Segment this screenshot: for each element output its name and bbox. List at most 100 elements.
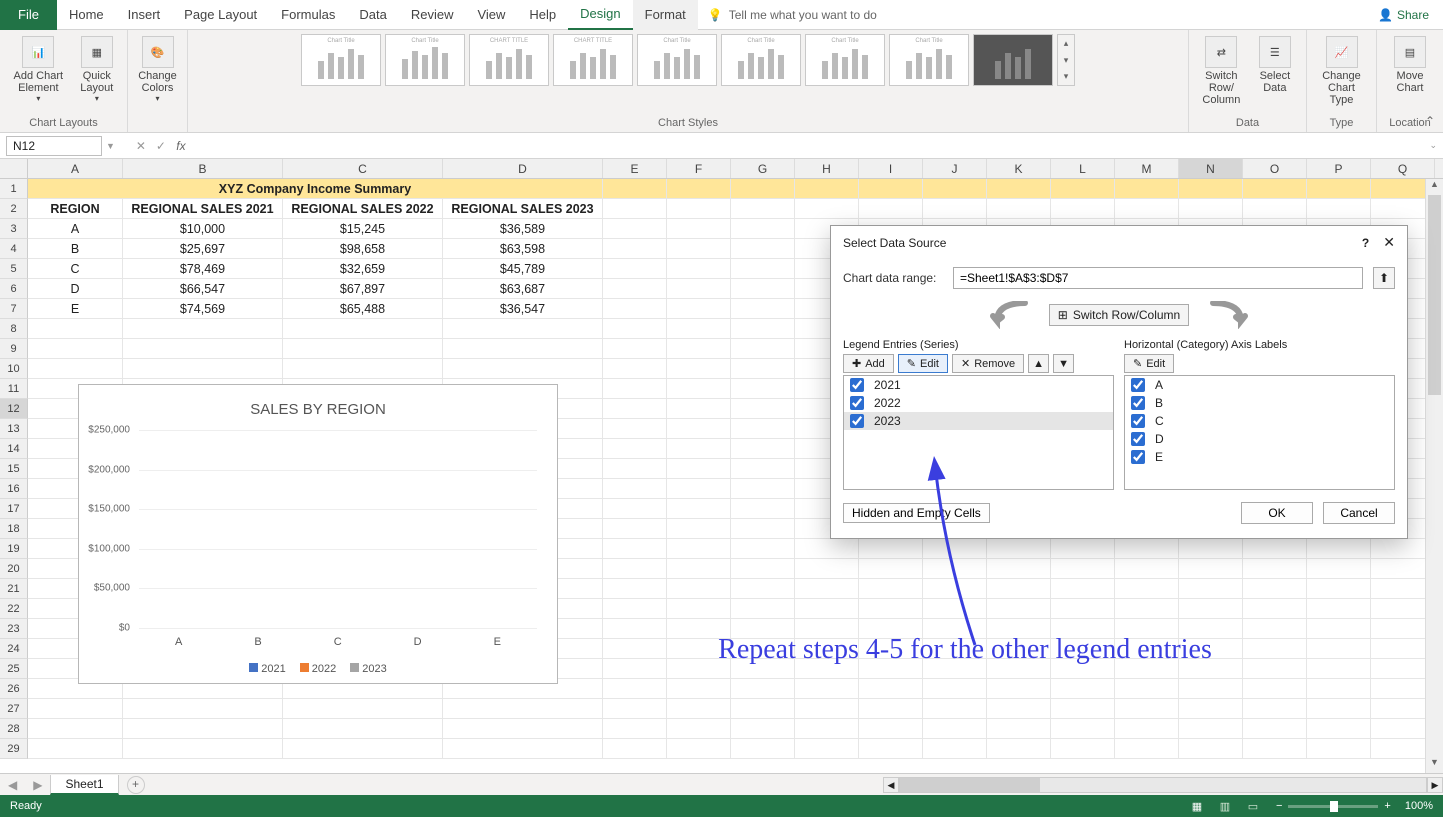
cell[interactable] bbox=[667, 319, 731, 339]
cell[interactable] bbox=[795, 739, 859, 759]
cell[interactable] bbox=[443, 359, 603, 379]
cell[interactable] bbox=[123, 699, 283, 719]
cell[interactable]: $63,598 bbox=[443, 239, 603, 259]
cell[interactable] bbox=[667, 719, 731, 739]
cell[interactable] bbox=[731, 419, 795, 439]
cell[interactable] bbox=[603, 659, 667, 679]
cell[interactable] bbox=[1051, 579, 1115, 599]
cell[interactable] bbox=[1179, 719, 1243, 739]
cell-title[interactable]: XYZ Company Income Summary bbox=[28, 179, 603, 199]
cell[interactable] bbox=[731, 539, 795, 559]
cell[interactable] bbox=[1179, 559, 1243, 579]
tab-formulas[interactable]: Formulas bbox=[269, 0, 347, 30]
category-checkbox[interactable] bbox=[1131, 396, 1145, 410]
cell[interactable] bbox=[1115, 579, 1179, 599]
cell[interactable] bbox=[603, 639, 667, 659]
cell[interactable] bbox=[1243, 599, 1307, 619]
cell[interactable] bbox=[1307, 739, 1371, 759]
cell[interactable] bbox=[603, 459, 667, 479]
cell[interactable] bbox=[1115, 679, 1179, 699]
cell[interactable] bbox=[1051, 739, 1115, 759]
row-header[interactable]: 5 bbox=[0, 259, 28, 279]
cell[interactable] bbox=[731, 279, 795, 299]
scroll-right-icon[interactable]: ▶ bbox=[1427, 777, 1443, 793]
cell[interactable] bbox=[731, 499, 795, 519]
cell[interactable] bbox=[667, 219, 731, 239]
cell[interactable] bbox=[28, 699, 123, 719]
row-header[interactable]: 27 bbox=[0, 699, 28, 719]
move-down-button[interactable]: ▼ bbox=[1053, 354, 1074, 373]
row-header[interactable]: 22 bbox=[0, 599, 28, 619]
cell[interactable] bbox=[1179, 199, 1243, 219]
cell[interactable] bbox=[667, 339, 731, 359]
cell[interactable] bbox=[1115, 599, 1179, 619]
cell[interactable] bbox=[923, 599, 987, 619]
category-item-C[interactable]: C bbox=[1125, 412, 1394, 430]
quick-layout-button[interactable]: ▦ Quick Layout ▾ bbox=[75, 34, 119, 105]
cell[interactable] bbox=[1115, 539, 1179, 559]
row-header[interactable]: 24 bbox=[0, 639, 28, 659]
cell[interactable] bbox=[1115, 179, 1179, 199]
cell[interactable] bbox=[1051, 199, 1115, 219]
row-header[interactable]: 14 bbox=[0, 439, 28, 459]
cell[interactable] bbox=[28, 359, 123, 379]
col-header-i[interactable]: I bbox=[859, 159, 923, 178]
row-header[interactable]: 23 bbox=[0, 619, 28, 639]
cell[interactable] bbox=[443, 699, 603, 719]
category-checkbox[interactable] bbox=[1131, 414, 1145, 428]
tab-home[interactable]: Home bbox=[57, 0, 116, 30]
series-item-2022[interactable]: 2022 bbox=[844, 394, 1113, 412]
cell[interactable] bbox=[123, 359, 283, 379]
name-box[interactable]: N12 bbox=[6, 136, 102, 156]
cell[interactable] bbox=[283, 339, 443, 359]
cell[interactable] bbox=[667, 379, 731, 399]
col-header-d[interactable]: D bbox=[443, 159, 603, 178]
chart-style-4[interactable]: CHART TITLE bbox=[553, 34, 633, 86]
formula-input[interactable] bbox=[193, 136, 1426, 156]
cell[interactable] bbox=[603, 539, 667, 559]
cell[interactable] bbox=[1243, 679, 1307, 699]
edit-series-button[interactable]: ✎Edit bbox=[898, 354, 948, 373]
cell[interactable] bbox=[283, 319, 443, 339]
cell[interactable] bbox=[1051, 559, 1115, 579]
cell[interactable] bbox=[1307, 719, 1371, 739]
cell[interactable] bbox=[603, 519, 667, 539]
col-header-h[interactable]: H bbox=[795, 159, 859, 178]
cell[interactable] bbox=[731, 719, 795, 739]
col-header-b[interactable]: B bbox=[123, 159, 283, 178]
cell[interactable] bbox=[1179, 599, 1243, 619]
col-header-n[interactable]: N bbox=[1179, 159, 1243, 178]
move-chart-button[interactable]: ▤ Move Chart bbox=[1385, 34, 1435, 96]
category-item-B[interactable]: B bbox=[1125, 394, 1394, 412]
cell[interactable] bbox=[859, 539, 923, 559]
change-colors-button[interactable]: 🎨 Change Colors ▾ bbox=[134, 34, 181, 105]
cell[interactable] bbox=[667, 579, 731, 599]
cell[interactable] bbox=[28, 339, 123, 359]
cell[interactable]: $10,000 bbox=[123, 219, 283, 239]
cell[interactable] bbox=[667, 419, 731, 439]
close-icon[interactable]: ✕ bbox=[1383, 234, 1395, 251]
cell[interactable] bbox=[603, 559, 667, 579]
file-tab[interactable]: File bbox=[0, 0, 57, 30]
enter-formula-icon[interactable]: ✓ bbox=[153, 139, 169, 153]
cell[interactable] bbox=[1307, 559, 1371, 579]
tab-nav-prev-icon[interactable]: ◀ bbox=[0, 778, 25, 792]
cell[interactable] bbox=[603, 219, 667, 239]
chart-style-2[interactable]: Chart Title bbox=[385, 34, 465, 86]
col-header-l[interactable]: L bbox=[1051, 159, 1115, 178]
cell[interactable] bbox=[1051, 179, 1115, 199]
cell[interactable]: $98,658 bbox=[283, 239, 443, 259]
cell[interactable] bbox=[1307, 699, 1371, 719]
row-header[interactable]: 25 bbox=[0, 659, 28, 679]
cell[interactable] bbox=[603, 579, 667, 599]
col-header-f[interactable]: F bbox=[667, 159, 731, 178]
cell[interactable] bbox=[795, 199, 859, 219]
row-header[interactable]: 11 bbox=[0, 379, 28, 399]
cell[interactable]: D bbox=[28, 279, 123, 299]
cell[interactable]: $74,569 bbox=[123, 299, 283, 319]
cell[interactable] bbox=[667, 479, 731, 499]
cell[interactable] bbox=[1307, 679, 1371, 699]
cell[interactable] bbox=[603, 479, 667, 499]
cell[interactable] bbox=[1243, 199, 1307, 219]
cell[interactable] bbox=[987, 199, 1051, 219]
